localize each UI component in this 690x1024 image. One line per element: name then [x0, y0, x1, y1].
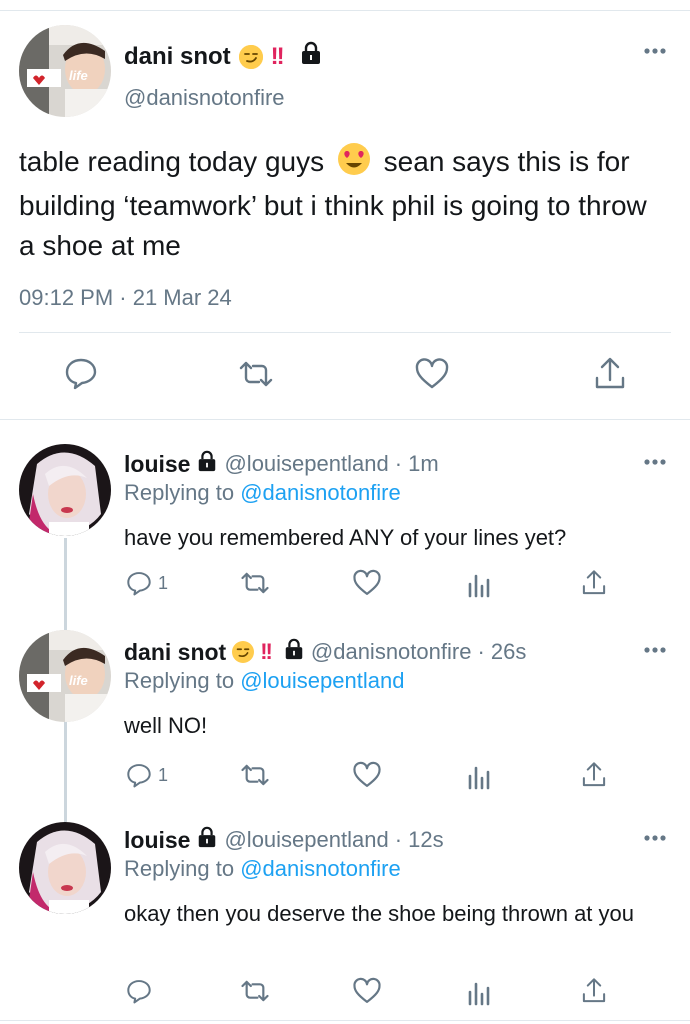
- share-icon[interactable]: [580, 568, 608, 598]
- retweet-icon[interactable]: [240, 760, 270, 790]
- main-tweet: life dani snot !! @danisnotonfire table …: [0, 11, 690, 419]
- lock-icon: [196, 450, 218, 478]
- reply-time: · 12s: [394, 827, 444, 852]
- double-exclamation-icon: !!: [260, 639, 273, 664]
- reply-text: well NO!: [124, 713, 208, 738]
- replying-label: Replying to: [124, 668, 235, 693]
- smirk-emoji-icon: [232, 641, 255, 663]
- reply-text: have you remembered ANY of your lines ye…: [124, 525, 567, 550]
- analytics-icon[interactable]: [466, 762, 492, 792]
- reply-author-handle[interactable]: @louisepentland: [224, 827, 388, 853]
- share-icon[interactable]: [580, 760, 608, 790]
- section-divider: [0, 419, 690, 420]
- reply-tweet: louise @louisepentland · 1m Replying to …: [0, 444, 690, 620]
- share-icon[interactable]: [592, 356, 628, 392]
- replying-label: Replying to: [124, 480, 235, 505]
- avatar-louise[interactable]: [19, 822, 111, 914]
- reply-icon[interactable]: [126, 570, 152, 596]
- reply-tweet: louise @louisepentland · 12s Replying to…: [0, 822, 690, 1016]
- lock-icon: [283, 638, 305, 666]
- analytics-icon[interactable]: [466, 570, 492, 600]
- reply-header: dani snot !! @danisnotonfire · 26s: [124, 638, 526, 666]
- like-icon[interactable]: [352, 760, 382, 790]
- reply-count: 1: [158, 572, 169, 593]
- share-icon[interactable]: [580, 976, 608, 1006]
- smirk-emoji-icon: [238, 44, 263, 69]
- reply-tweet: life dani snot !! @danisnotonfire · 26s …: [0, 630, 690, 808]
- like-icon[interactable]: [414, 356, 450, 392]
- replying-to-line: Replying to @danisnotonfire: [124, 480, 401, 506]
- like-icon[interactable]: [352, 976, 382, 1006]
- reply-header: louise @louisepentland · 1m: [124, 450, 439, 478]
- avatar-louise[interactable]: [19, 444, 111, 536]
- more-options-icon[interactable]: [644, 828, 666, 846]
- reply-author-name[interactable]: dani snot: [124, 639, 226, 666]
- avatar-dani[interactable]: life: [19, 630, 111, 722]
- reply-author-handle[interactable]: @louisepentland: [224, 451, 388, 477]
- reply-author-handle[interactable]: @danisnotonfire: [311, 639, 472, 665]
- author-handle[interactable]: @danisnotonfire: [124, 85, 285, 111]
- avatar-caption: life: [69, 673, 88, 688]
- replying-to-link[interactable]: @danisnotonfire: [240, 856, 401, 881]
- heart-eyes-emoji-icon: [337, 143, 370, 186]
- more-options-icon[interactable]: [644, 41, 666, 59]
- like-icon[interactable]: [352, 568, 382, 598]
- reply-time: · 1m: [394, 451, 439, 476]
- tweet-text-part1: table reading today guys: [19, 146, 325, 177]
- main-actions: [0, 356, 690, 396]
- replying-to-link[interactable]: @louisepentland: [240, 668, 404, 693]
- reply-icon[interactable]: [126, 762, 152, 788]
- meta-divider: [19, 332, 671, 333]
- tweet-text: table reading today guys sean says this …: [19, 142, 669, 266]
- reply-count: 1: [158, 764, 169, 785]
- tweet-timestamp[interactable]: 09:12 PM · 21 Mar 24: [19, 285, 232, 311]
- reply-action[interactable]: 1: [126, 760, 168, 790]
- lock-icon: [196, 826, 218, 854]
- reply-icon[interactable]: [126, 976, 152, 1006]
- reply-icon[interactable]: [64, 356, 100, 392]
- retweet-icon[interactable]: [238, 356, 274, 392]
- avatar-dani[interactable]: life: [19, 25, 111, 117]
- more-options-icon[interactable]: [644, 452, 666, 470]
- reply-header: louise @louisepentland · 12s: [124, 826, 444, 854]
- reply-time: · 26s: [477, 639, 527, 664]
- reply-action[interactable]: 1: [126, 568, 168, 598]
- bottom-divider: [0, 1020, 690, 1021]
- avatar-caption: life: [69, 68, 88, 83]
- more-options-icon[interactable]: [644, 640, 666, 658]
- replying-to-line: Replying to @danisnotonfire: [124, 856, 401, 882]
- reply-author-name[interactable]: louise: [124, 827, 190, 854]
- reply-text: okay then you deserve the shoe being thr…: [124, 901, 635, 926]
- author-name[interactable]: dani snot: [124, 43, 231, 71]
- analytics-icon[interactable]: [466, 978, 492, 1008]
- retweet-icon[interactable]: [240, 976, 270, 1006]
- retweet-icon[interactable]: [240, 568, 270, 598]
- reply-author-name[interactable]: louise: [124, 451, 190, 478]
- lock-icon: [299, 41, 323, 72]
- double-exclamation-icon: !!: [270, 42, 285, 70]
- author-name-row: dani snot !!: [124, 41, 323, 72]
- replying-to-line: Replying to @louisepentland: [124, 668, 404, 694]
- replying-label: Replying to: [124, 856, 235, 881]
- replying-to-link[interactable]: @danisnotonfire: [240, 480, 401, 505]
